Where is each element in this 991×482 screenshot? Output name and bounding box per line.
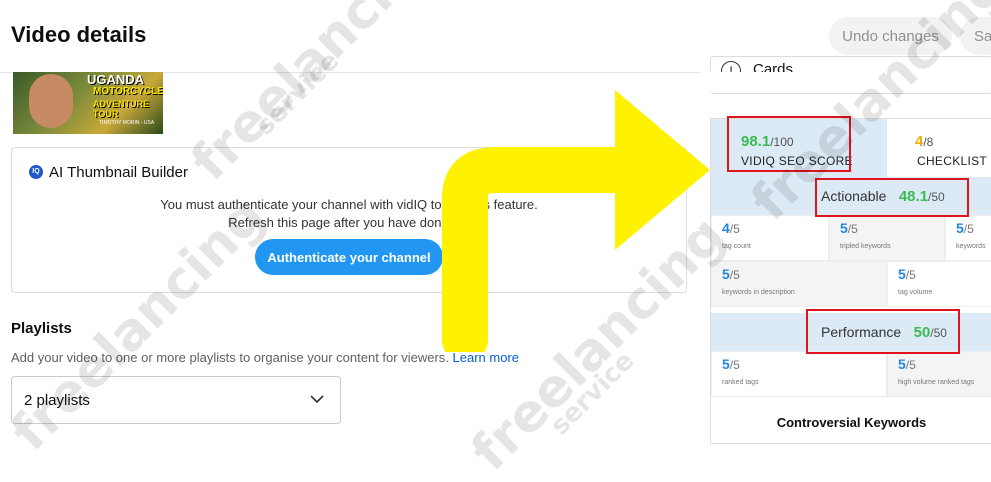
cell-label: tag volume [898, 289, 933, 296]
performance-cell: 5/5 high volume ranked tags [887, 351, 991, 397]
thumbnail-text-3: ADVENTURE TOUR [93, 99, 150, 119]
playlists-description: Add your video to one or more playlists … [11, 350, 519, 365]
cell-value: 5 [722, 356, 730, 372]
authenticate-channel-button[interactable]: Authenticate your channel [255, 239, 443, 275]
actionable-cell: 5/5 tripled keywords [829, 215, 945, 261]
actionable-cell: 5/5 keywords in description [711, 261, 887, 307]
video-thumbnail[interactable]: UGANDA MOTORCYCLE ADVENTURE TOUR TIMOTHY… [13, 72, 163, 134]
controversial-keywords-title: Controversial Keywords [776, 415, 927, 430]
actionable-cell: 5/5 keywords [945, 215, 991, 261]
arrow-annotation-icon [442, 90, 710, 352]
playlists-selected-value: 2 playlists [24, 392, 90, 409]
page-title: Video details [11, 22, 147, 47]
cell-max: /5 [963, 222, 974, 236]
highlight-seo-score [727, 116, 851, 172]
playlists-dropdown[interactable]: 2 playlists [11, 376, 341, 424]
save-button[interactable]: Sa [960, 17, 991, 55]
chevron-down-icon [310, 395, 324, 404]
cell-max: /5 [729, 222, 740, 236]
thumbnail-text-4: TIMOTHY MORIN - USA [99, 120, 155, 126]
cell-label: tag count [722, 243, 751, 250]
cell-value: 5 [898, 266, 906, 282]
cell-max: /5 [905, 358, 916, 372]
cell-value: 5 [840, 220, 848, 236]
highlight-actionable [815, 178, 969, 217]
cell-value: 5 [956, 220, 964, 236]
checklist-label: CHECKLIST [917, 154, 988, 168]
cell-value: 5 [722, 266, 730, 282]
undo-changes-button[interactable]: Undo changes [829, 17, 952, 55]
cell-value: 4 [722, 220, 730, 236]
cell-label: high volume ranked tags [898, 379, 975, 386]
cell-label: keywords in description [722, 289, 795, 296]
highlight-performance [806, 309, 960, 354]
playlists-title: Playlists [11, 320, 72, 337]
ai-builder-title: AI Thumbnail Builder [49, 164, 188, 181]
learn-more-link[interactable]: Learn more [453, 350, 519, 365]
thumbnail-face [29, 74, 73, 128]
cell-max: /5 [905, 268, 916, 282]
performance-cell: 5/5 ranked tags [711, 351, 887, 397]
cell-max: /5 [729, 268, 740, 282]
cell-value: 5 [898, 356, 906, 372]
thumbnail-text-1: UGANDA [87, 72, 145, 87]
playlists-description-text: Add your video to one or more playlists … [11, 350, 449, 365]
checklist-max: /8 [923, 135, 934, 149]
vidiq-icon: IQ [29, 165, 43, 179]
cell-label: keywords [956, 243, 986, 250]
cell-max: /5 [729, 358, 740, 372]
cell-label: tripled keywords [840, 243, 891, 250]
cell-max: /5 [847, 222, 858, 236]
checklist-box[interactable]: 4/8 CHECKLIST [887, 119, 991, 177]
header-mask [700, 72, 991, 92]
actionable-cell: 4/5 tag count [711, 215, 829, 261]
actionable-cell: 5/5 tag volume [887, 261, 991, 307]
thumbnail-text-2: MOTORCYCLE [93, 86, 163, 97]
watermark-subtext: service [545, 345, 641, 442]
cell-label: ranked tags [722, 379, 759, 386]
